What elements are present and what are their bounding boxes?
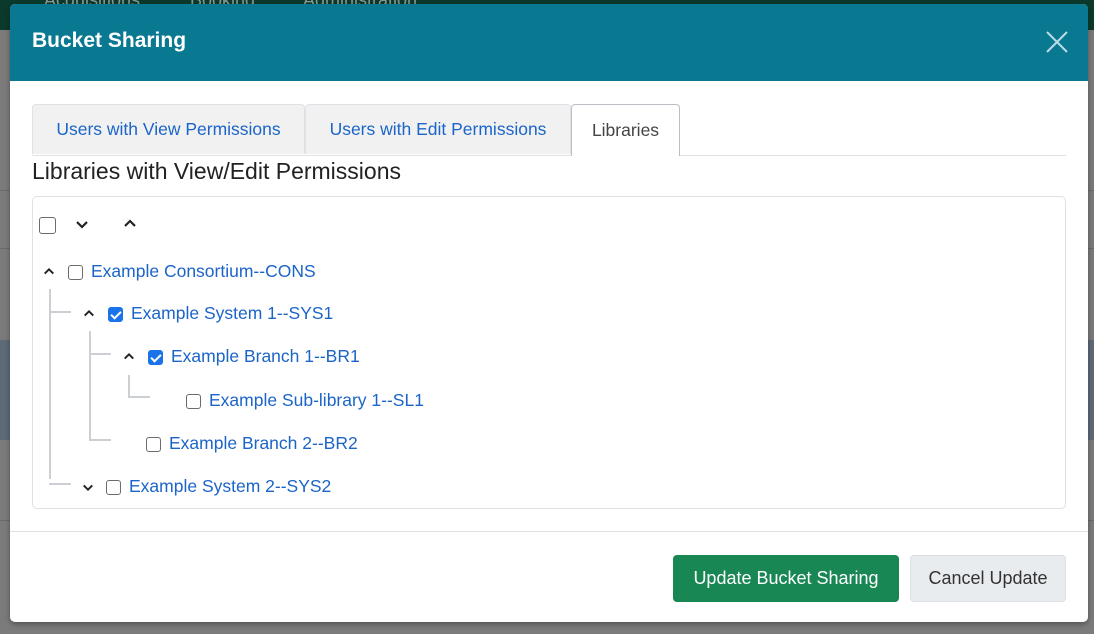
collapse-chevron-up-icon[interactable] — [83, 308, 95, 318]
section-title: Libraries with View/Edit Permissions — [32, 158, 401, 184]
node-checkbox-consortium[interactable] — [68, 265, 83, 280]
tree-connector — [49, 483, 71, 485]
tab-edit-permissions[interactable]: Users with Edit Permissions — [305, 104, 571, 154]
modal-title: Bucket Sharing — [32, 29, 187, 52]
tree-connector — [89, 331, 91, 439]
node-checkbox-system-1[interactable] — [108, 307, 123, 322]
node-label-consortium[interactable]: Example Consortium--CONS — [91, 261, 316, 282]
node-label-sub-library-1[interactable]: Example Sub-library 1--SL1 — [209, 390, 424, 411]
collapse-chevron-up-icon[interactable] — [43, 266, 55, 276]
node-label-branch-2[interactable]: Example Branch 2--BR2 — [169, 433, 358, 454]
modal-footer: Update Bucket Sharing Cancel Update — [10, 531, 1088, 622]
tab-libraries[interactable]: Libraries — [571, 104, 680, 156]
modal-header: Bucket Sharing — [10, 4, 1088, 81]
tab-view-permissions[interactable]: Users with View Permissions — [32, 104, 305, 154]
expand-chevron-down-icon[interactable] — [82, 483, 94, 493]
tree-connector — [89, 353, 111, 355]
tree-connector — [128, 396, 150, 398]
tree-connector — [89, 439, 111, 441]
collapse-chevron-up-icon[interactable] — [123, 351, 135, 361]
select-all-checkbox[interactable] — [39, 217, 56, 234]
node-checkbox-branch-1[interactable] — [148, 350, 163, 365]
tab-bar: Users with View Permissions Users with E… — [32, 104, 1066, 156]
node-checkbox-sub-library-1[interactable] — [186, 394, 201, 409]
tree-connector — [49, 289, 51, 479]
close-icon — [1046, 31, 1068, 53]
expand-all-chevron-down-icon[interactable] — [75, 220, 89, 230]
update-bucket-sharing-button[interactable]: Update Bucket Sharing — [673, 555, 899, 602]
library-tree: Example Consortium--CONS Example System … — [32, 196, 1066, 509]
collapse-all-chevron-up-icon[interactable] — [123, 218, 137, 228]
bucket-sharing-modal: Bucket Sharing Users with View Permissio… — [10, 4, 1088, 622]
close-button[interactable] — [1044, 29, 1070, 55]
cancel-update-button[interactable]: Cancel Update — [910, 555, 1066, 602]
node-label-system-1[interactable]: Example System 1--SYS1 — [131, 303, 333, 324]
tree-connector — [49, 311, 71, 313]
node-checkbox-branch-2[interactable] — [146, 437, 161, 452]
tree-connector — [128, 375, 130, 397]
node-checkbox-system-2[interactable] — [106, 480, 121, 495]
node-label-system-2[interactable]: Example System 2--SYS2 — [129, 476, 331, 497]
node-label-branch-1[interactable]: Example Branch 1--BR1 — [171, 346, 360, 367]
